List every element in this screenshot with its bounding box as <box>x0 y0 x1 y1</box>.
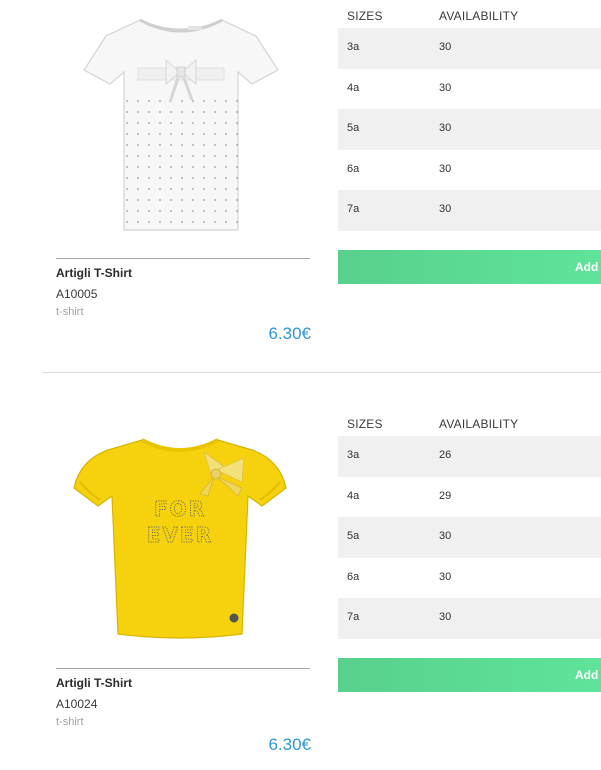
table-row: 3a 26 <box>338 436 601 477</box>
table-row: 7a 30 <box>338 598 601 639</box>
add-button-label: Add <box>575 260 599 274</box>
size-cell: 3a <box>347 449 360 461</box>
availability-cell: 30 <box>439 570 452 583</box>
availability-cell: 29 <box>439 489 452 502</box>
product-price: 6.30€ <box>268 735 311 754</box>
add-button[interactable]: Add <box>338 658 601 692</box>
table-row: 5a 30 <box>338 517 601 558</box>
product-card: FOR EVER Artigli T-Shirt A10024 t-shirt … <box>0 374 601 770</box>
product-category: t-shirt <box>56 306 84 318</box>
product-name[interactable]: Artigli T-Shirt <box>56 266 132 280</box>
table-row: 4a 30 <box>338 69 601 110</box>
sizes-header: SIZES <box>347 417 383 431</box>
availability-header: AVAILABILITY <box>439 9 519 23</box>
availability-cell: 30 <box>439 203 452 215</box>
size-cell: 7a <box>347 611 360 623</box>
size-availability-table: SIZES AVAILABILITY 3a 26 4a 29 5a 30 6a … <box>338 416 601 639</box>
info-divider <box>56 668 310 669</box>
size-cell: 4a <box>347 81 360 94</box>
availability-cell: 30 <box>439 611 452 623</box>
table-row: 6a 30 <box>338 558 601 599</box>
size-cell: 7a <box>347 203 360 215</box>
table-row: 4a 29 <box>338 477 601 518</box>
availability-cell: 26 <box>439 449 452 461</box>
product-code: A10024 <box>56 697 98 711</box>
product-price: 6.30€ <box>268 324 311 343</box>
availability-cell: 30 <box>439 81 452 94</box>
product-category: t-shirt <box>56 716 84 728</box>
product-separator <box>42 372 601 373</box>
size-cell: 3a <box>347 41 360 53</box>
product-list-page: Artigli T-Shirt A10005 t-shirt 6.30€ SIZ… <box>0 0 601 770</box>
add-button[interactable]: Add <box>338 250 601 284</box>
product-code: A10005 <box>56 287 98 301</box>
availability-cell: 30 <box>439 41 452 53</box>
size-cell: 6a <box>347 162 360 175</box>
svg-text:EVER: EVER <box>147 523 213 547</box>
table-header: SIZES AVAILABILITY <box>338 8 601 28</box>
table-row: 3a 30 <box>338 28 601 69</box>
svg-text:FOR: FOR <box>154 497 206 521</box>
availability-cell: 30 <box>439 162 452 175</box>
availability-cell: 30 <box>439 530 452 542</box>
size-cell: 4a <box>347 489 360 502</box>
size-availability-table: SIZES AVAILABILITY 3a 30 4a 30 5a 30 6a … <box>338 8 601 231</box>
white-tshirt-image[interactable] <box>78 8 284 238</box>
availability-cell: 30 <box>439 122 452 134</box>
availability-header: AVAILABILITY <box>439 417 519 431</box>
table-row: 5a 30 <box>338 109 601 150</box>
info-divider <box>56 258 310 259</box>
size-cell: 6a <box>347 570 360 583</box>
product-card: Artigli T-Shirt A10005 t-shirt 6.30€ SIZ… <box>0 0 601 372</box>
yellow-forever-tshirt-image[interactable]: FOR EVER <box>66 430 294 650</box>
size-cell: 5a <box>347 530 360 542</box>
table-row: 6a 30 <box>338 150 601 191</box>
add-button-label: Add <box>575 668 599 682</box>
sizes-header: SIZES <box>347 9 383 23</box>
table-row: 7a 30 <box>338 190 601 231</box>
product-name[interactable]: Artigli T-Shirt <box>56 676 132 690</box>
size-cell: 5a <box>347 122 360 134</box>
table-header: SIZES AVAILABILITY <box>338 416 601 436</box>
